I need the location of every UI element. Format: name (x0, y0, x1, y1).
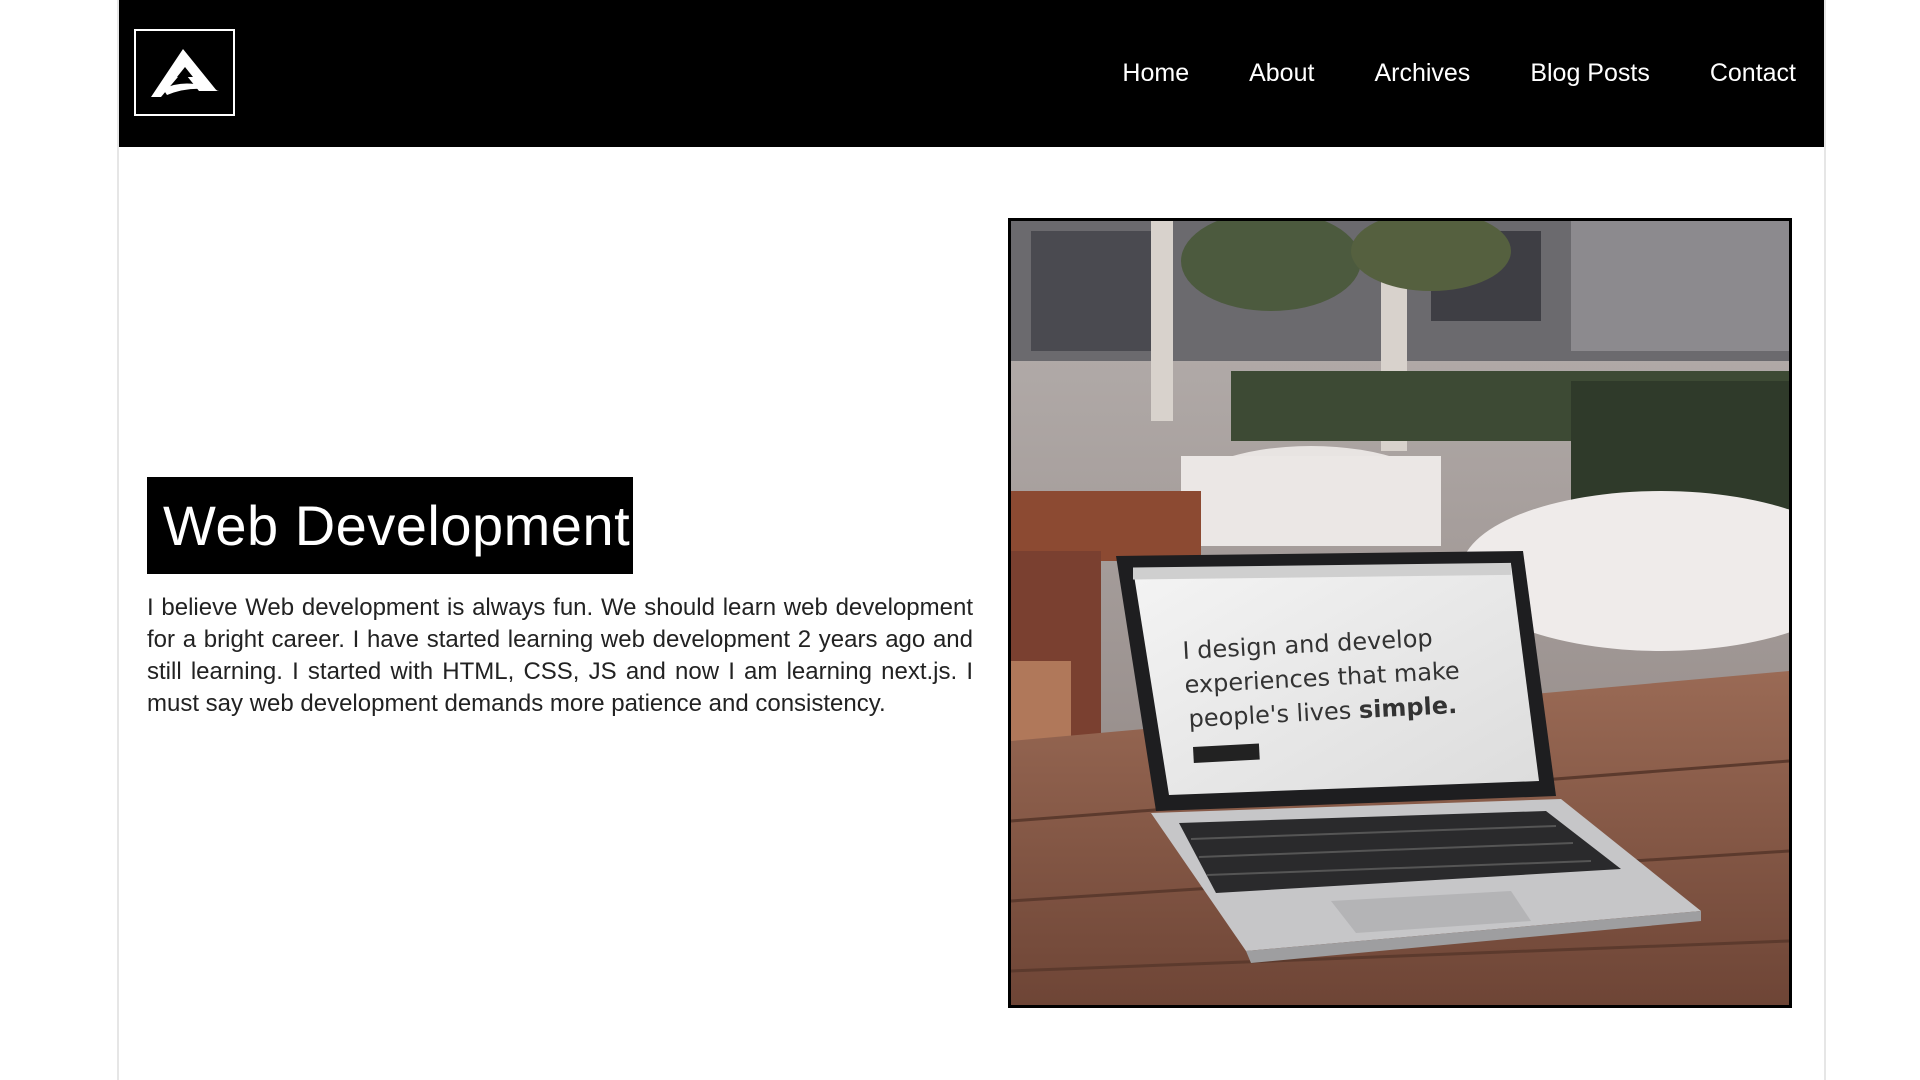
hero-title: Web Development (163, 494, 631, 557)
nav-archives-link[interactable]: Archives (1374, 59, 1470, 88)
hero-heading-box: Web Development (147, 477, 633, 574)
laptop-photo-illustration: I design and develop experiences that ma… (1011, 221, 1789, 1005)
nav-about-link[interactable]: About (1249, 59, 1314, 88)
nav-home-link[interactable]: Home (1122, 59, 1189, 88)
navbar: Home About Archives Blog Posts Contact (119, 0, 1824, 147)
hero-image: I design and develop experiences that ma… (1008, 218, 1792, 1008)
hero-description: I believe Web development is always fun.… (147, 594, 973, 717)
nav-blog-posts-link[interactable]: Blog Posts (1530, 59, 1650, 88)
nav-contact-link[interactable]: Contact (1710, 59, 1796, 88)
logo-link[interactable] (134, 29, 235, 116)
page-container: Home About Archives Blog Posts Contact W… (117, 0, 1826, 1080)
triangle-logo-icon (150, 48, 219, 97)
nav-menu: Home About Archives Blog Posts Contact (1122, 0, 1796, 147)
